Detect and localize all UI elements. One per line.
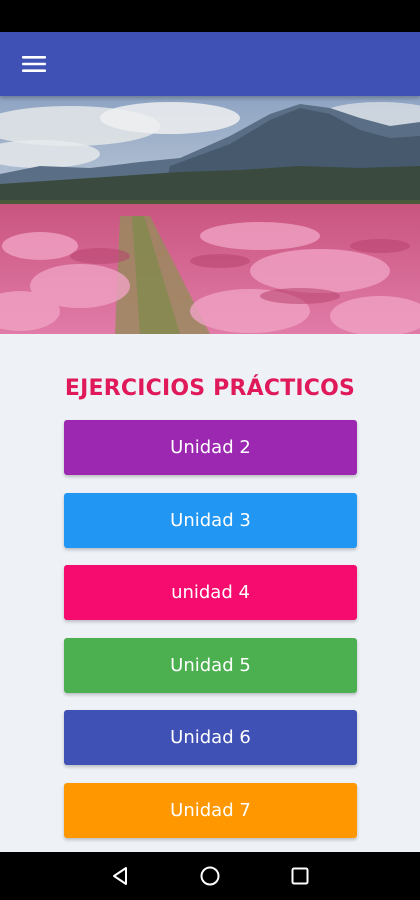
unidad-3-button[interactable]: Unidad 3 xyxy=(64,493,357,548)
unidad-5-button[interactable]: Unidad 5 xyxy=(64,638,357,693)
unidad-7-button[interactable]: Unidad 7 xyxy=(64,783,357,838)
recents-square-icon[interactable] xyxy=(276,852,324,900)
exercises-section: EJERCICIOS PRÁCTICOS Unidad 2 Unidad 3 u… xyxy=(0,334,420,852)
hamburger-menu-icon[interactable] xyxy=(10,40,58,88)
status-bar xyxy=(0,0,420,32)
home-circle-icon[interactable] xyxy=(186,852,234,900)
app-bar xyxy=(0,32,420,96)
unidad-4-button[interactable]: unidad 4 xyxy=(64,565,357,620)
page-title: EJERCICIOS PRÁCTICOS xyxy=(64,376,356,401)
back-triangle-icon[interactable] xyxy=(96,852,144,900)
system-navigation-bar xyxy=(0,852,420,900)
unidad-6-button[interactable]: Unidad 6 xyxy=(64,710,357,765)
unidad-2-button[interactable]: Unidad 2 xyxy=(64,420,357,475)
hero-image xyxy=(0,96,420,334)
